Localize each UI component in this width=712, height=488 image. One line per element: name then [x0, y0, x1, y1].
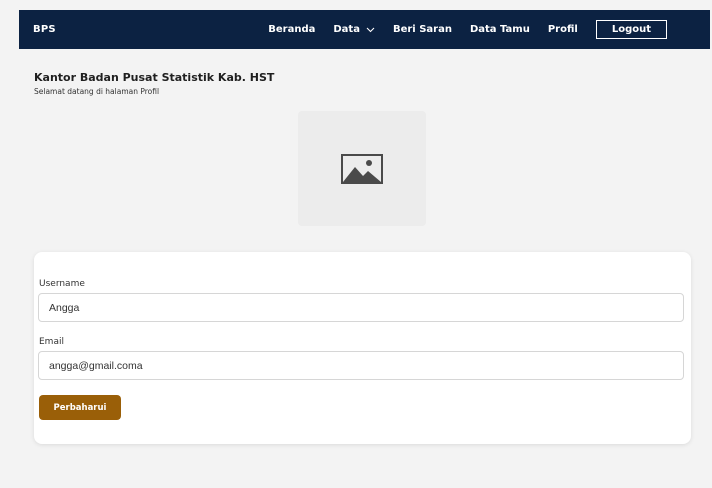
image-placeholder-icon	[341, 153, 383, 184]
nav-link-profil[interactable]: Profil	[548, 24, 578, 35]
email-field[interactable]	[38, 351, 684, 380]
nav-link-data[interactable]: Data	[333, 24, 375, 35]
navbar: BPS Beranda Data Beri Saran Data Tamu Pr…	[19, 10, 710, 49]
profile-photo	[298, 111, 426, 226]
nav-links: Beranda Data Beri Saran Data Tamu Profil…	[268, 10, 710, 49]
nav-link-beri-saran[interactable]: Beri Saran	[393, 24, 452, 35]
page-subtitle: Selamat datang di halaman Profil	[34, 87, 160, 96]
nav-link-data-label: Data	[333, 24, 360, 35]
nav-link-data-tamu[interactable]: Data Tamu	[470, 24, 530, 35]
page-title: Kantor Badan Pusat Statistik Kab. HST	[34, 71, 275, 84]
update-button[interactable]: Perbaharui	[39, 395, 121, 420]
chevron-down-icon	[366, 27, 375, 32]
username-label: Username	[39, 279, 85, 289]
username-field[interactable]	[38, 293, 684, 322]
logout-button[interactable]: Logout	[595, 20, 667, 39]
profile-form-card: Username Email Perbaharui	[34, 252, 691, 444]
email-label: Email	[39, 337, 64, 347]
page: BPS Beranda Data Beri Saran Data Tamu Pr…	[0, 0, 712, 488]
nav-link-beranda[interactable]: Beranda	[268, 24, 315, 35]
brand-logo[interactable]: BPS	[33, 24, 56, 35]
